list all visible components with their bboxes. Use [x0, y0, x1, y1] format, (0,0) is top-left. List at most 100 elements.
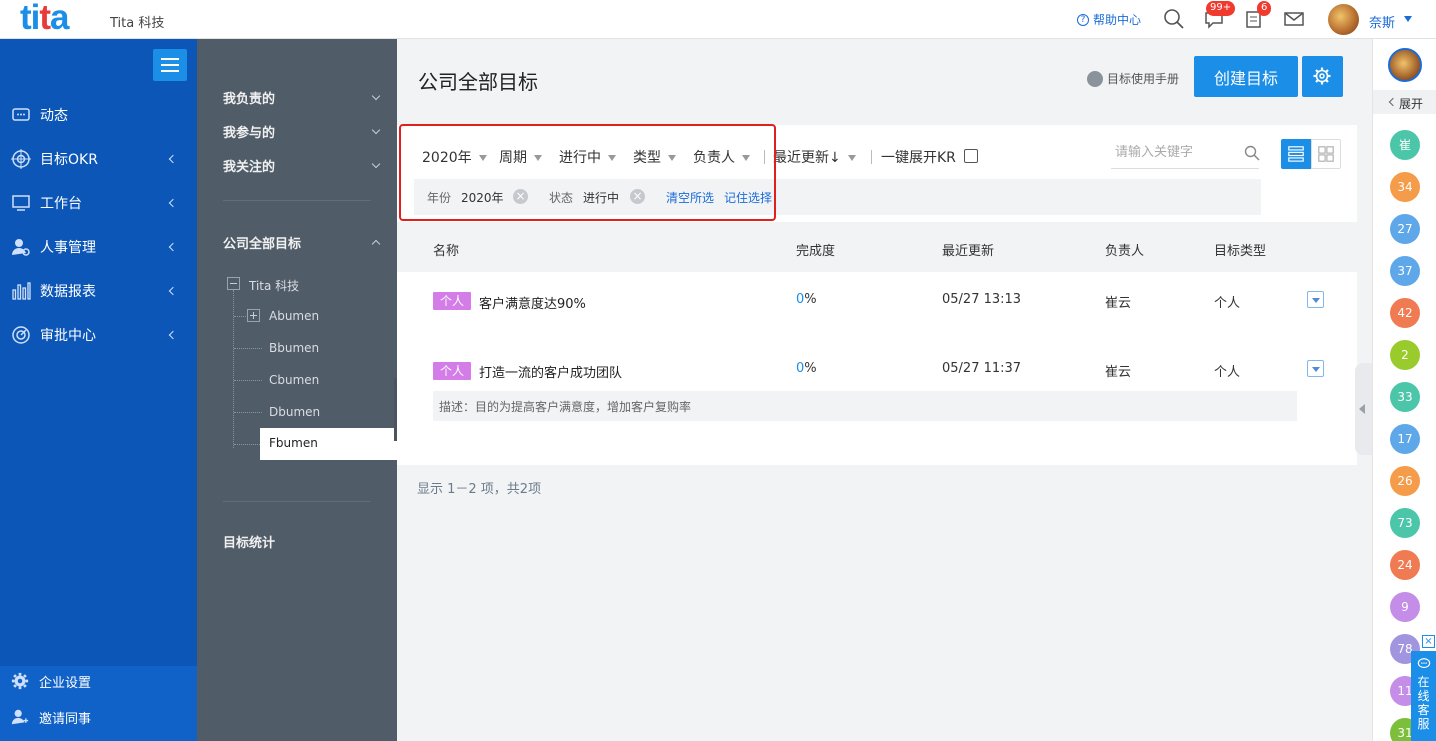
mail-icon[interactable]	[1283, 8, 1305, 30]
sidebar-item-feed[interactable]: 动态	[0, 100, 197, 130]
list-view-button[interactable]	[1281, 139, 1311, 169]
current-user-avatar[interactable]	[1388, 48, 1422, 82]
goal-owner: 崔云	[1105, 296, 1132, 311]
chat-badge: 99+	[1206, 1, 1236, 16]
member-avatar[interactable]: 崔	[1390, 130, 1420, 160]
grid-view-button[interactable]	[1311, 139, 1341, 169]
caret-down-icon	[847, 155, 856, 161]
goal-type: 个人	[1214, 365, 1241, 380]
goal-description: 描述：目的为提高客户满意度，增加客户复购率	[433, 391, 1297, 421]
sidebar-item-okr[interactable]: 目标OKR	[0, 144, 197, 174]
help-center-link[interactable]: ? 帮助中心	[1077, 11, 1141, 28]
invite-user-icon	[11, 709, 29, 725]
sidebar-item-reports[interactable]: 数据报表	[0, 276, 197, 306]
member-avatar[interactable]: 37	[1390, 256, 1420, 286]
user-name[interactable]: 奈斯	[1369, 12, 1395, 31]
progress-unit: %	[804, 361, 817, 376]
close-icon[interactable]: ×	[1422, 635, 1435, 648]
tree-node[interactable]: Cbumen	[269, 373, 319, 387]
member-avatar[interactable]: 17	[1390, 424, 1420, 454]
table-row[interactable]: 个人 客户满意度达90% 0% 05/27 13:13 崔云 个人	[417, 272, 1341, 330]
member-avatar[interactable]: 33	[1390, 382, 1420, 412]
search-icon[interactable]	[1244, 145, 1260, 161]
chevron-up-icon[interactable]	[371, 239, 381, 249]
member-avatar[interactable]: 34	[1390, 172, 1420, 202]
column-name: 名称	[433, 244, 460, 259]
table-row[interactable]: 个人 打造一流的客户成功团队 0% 05/27 11:37 崔云 个人 描述：目…	[417, 341, 1341, 435]
online-service-label: 在线客服	[1417, 675, 1430, 731]
side-panel-handle[interactable]	[1355, 363, 1372, 455]
subnav-following[interactable]: 我关注的	[223, 156, 275, 175]
tree-node-selected[interactable]: Fbumen	[260, 428, 397, 460]
sidebar-item-hr[interactable]: 人事管理	[0, 232, 197, 262]
help-center-label: 帮助中心	[1093, 13, 1142, 27]
bar-chart-icon	[12, 282, 31, 300]
chevron-down-icon[interactable]	[1404, 16, 1412, 22]
member-avatar[interactable]: 27	[1390, 214, 1420, 244]
tree-guide	[234, 444, 260, 445]
invite-colleague-link[interactable]: 邀请同事	[0, 702, 197, 732]
user-avatar[interactable]	[1328, 4, 1359, 35]
member-avatar[interactable]: 24	[1390, 550, 1420, 580]
enterprise-settings-label: 企业设置	[39, 675, 92, 691]
column-progress: 完成度	[796, 244, 836, 259]
expand-kr-label: 一键展开KR	[881, 150, 956, 166]
member-avatar[interactable]: 42	[1390, 298, 1420, 328]
pagination-summary: 显示 1－2 项，共2项	[417, 482, 542, 497]
tita-logo[interactable]: tita	[20, 0, 70, 39]
tree-node-label: Fbumen	[269, 436, 318, 450]
column-owner: 负责人	[1105, 244, 1145, 259]
member-avatar[interactable]: 73	[1390, 508, 1420, 538]
company-name: Tita 科技	[110, 16, 165, 31]
online-service-button[interactable]: 在线客服	[1411, 651, 1436, 741]
expand-icon[interactable]	[247, 309, 260, 322]
goal-progress: 0%	[796, 361, 817, 376]
chevron-left-icon	[168, 330, 178, 340]
collapse-icon[interactable]	[227, 277, 240, 290]
tree-node[interactable]: Dbumen	[269, 405, 320, 419]
subnav-mine[interactable]: 我负责的	[223, 88, 275, 107]
column-updated: 最近更新	[942, 244, 995, 259]
manual-link[interactable]: 目标使用手册	[1087, 70, 1179, 87]
create-goal-button[interactable]: 创建目标	[1194, 56, 1298, 97]
sidebar-item-label: 动态	[40, 108, 68, 124]
member-avatar[interactable]: 2	[1390, 340, 1420, 370]
tree-node[interactable]: Abumen	[269, 309, 319, 323]
settings-button[interactable]	[1302, 56, 1343, 97]
search-input[interactable]	[1115, 145, 1235, 160]
chevron-down-icon[interactable]	[371, 159, 381, 169]
chevron-left-icon	[168, 154, 178, 164]
member-avatar[interactable]: 26	[1390, 466, 1420, 496]
goal-name[interactable]: 打造一流的客户成功团队	[479, 362, 622, 381]
search-icon[interactable]	[1163, 8, 1185, 30]
chevron-down-icon[interactable]	[371, 125, 381, 135]
question-icon: ?	[1077, 13, 1089, 26]
separator	[871, 150, 872, 164]
sidebar-item-label: 数据报表	[40, 284, 96, 300]
monitor-icon	[12, 195, 30, 211]
rail-expand-button[interactable]: 展开	[1373, 90, 1436, 114]
chevron-left-icon	[1388, 97, 1398, 107]
sidebar-item-workbench[interactable]: 工作台	[0, 188, 197, 218]
subnav-stats[interactable]: 目标统计	[223, 532, 275, 551]
subnav-company-all[interactable]: 公司全部目标	[223, 233, 301, 252]
tree-node[interactable]: Bbumen	[269, 341, 319, 355]
sidebar-item-label: 审批中心	[40, 328, 96, 344]
enterprise-settings-link[interactable]: 企业设置	[0, 666, 197, 696]
tree-node-root[interactable]: Tita 科技	[249, 277, 299, 294]
goal-name[interactable]: 客户满意度达90%	[479, 293, 586, 312]
target-icon	[11, 149, 31, 169]
chevron-down-icon[interactable]	[371, 91, 381, 101]
member-avatar[interactable]: 9	[1390, 592, 1420, 622]
subnav-joined[interactable]: 我参与的	[223, 122, 275, 141]
row-menu-button[interactable]	[1307, 291, 1324, 308]
manual-label: 目标使用手册	[1107, 72, 1180, 86]
goal-type: 个人	[1214, 296, 1241, 311]
sort-filter[interactable]: 最近更新↓	[773, 147, 856, 167]
expand-kr-checkbox[interactable]	[964, 149, 978, 163]
menu-toggle-button[interactable]	[153, 49, 187, 81]
row-menu-button[interactable]	[1307, 360, 1324, 377]
sidebar-item-approval[interactable]: 审批中心	[0, 320, 197, 350]
divider	[223, 200, 371, 201]
invite-colleague-label: 邀请同事	[39, 711, 92, 727]
